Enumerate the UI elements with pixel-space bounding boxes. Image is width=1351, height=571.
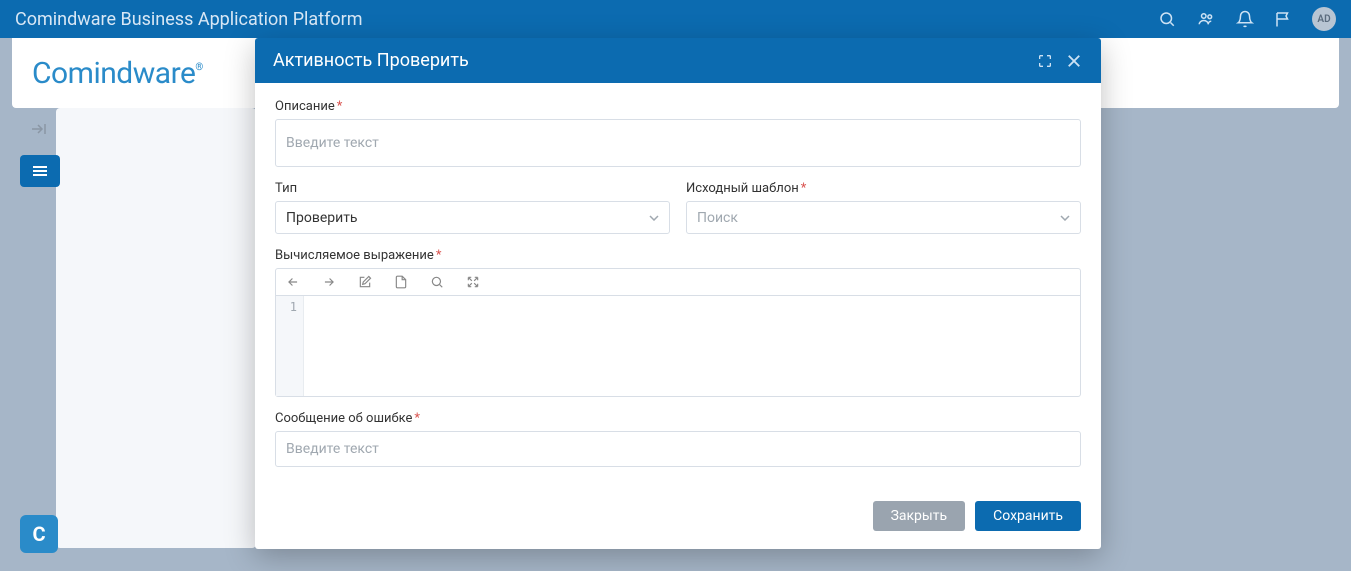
code-area[interactable]: 1 — [276, 296, 1080, 396]
forward-icon[interactable] — [322, 275, 336, 289]
chevron-down-icon — [1060, 215, 1070, 221]
save-button[interactable]: Сохранить — [975, 501, 1081, 531]
expression-label: Вычисляемое выражение* — [275, 248, 1081, 263]
modal-title: Активность Проверить — [273, 50, 469, 71]
edit-icon[interactable] — [358, 275, 372, 289]
code-content[interactable] — [304, 296, 1080, 396]
close-icon[interactable] — [1065, 52, 1083, 70]
description-input[interactable] — [275, 119, 1081, 167]
error-label: Сообщение об ошибке* — [275, 411, 1081, 426]
back-icon[interactable] — [286, 275, 300, 289]
template-select[interactable]: Поиск — [686, 201, 1081, 234]
type-label: Тип — [275, 181, 670, 196]
template-placeholder: Поиск — [697, 210, 738, 226]
avatar[interactable]: AD — [1312, 7, 1336, 31]
topbar: Comindware Business Application Platform… — [0, 0, 1351, 38]
expand-icon[interactable] — [1037, 53, 1053, 69]
collapse-icon[interactable] — [30, 122, 48, 136]
modal-body: Описание* Тип Проверить Исходный шаблон*… — [255, 83, 1101, 487]
template-label: Исходный шаблон* — [686, 181, 1081, 196]
modal: Активность Проверить Описание* Тип Прове… — [255, 38, 1101, 549]
modal-header: Активность Проверить — [255, 38, 1101, 83]
bell-icon[interactable] — [1236, 10, 1254, 28]
flag-icon[interactable] — [1274, 10, 1292, 28]
code-gutter: 1 — [276, 296, 304, 396]
logo: Comindware® — [32, 56, 203, 91]
app-badge[interactable]: C — [20, 515, 58, 553]
close-button[interactable]: Закрыть — [873, 501, 966, 531]
search-icon[interactable] — [1158, 10, 1176, 28]
code-editor: 1 — [275, 268, 1081, 397]
chevron-down-icon — [649, 215, 659, 221]
maximize-icon[interactable] — [466, 275, 480, 289]
menu-icon[interactable] — [20, 155, 60, 187]
topbar-icons: AD — [1158, 7, 1336, 31]
side-panel — [56, 108, 256, 548]
users-icon[interactable] — [1196, 10, 1216, 28]
type-select[interactable]: Проверить — [275, 201, 670, 234]
description-label: Описание* — [275, 99, 1081, 114]
type-value: Проверить — [286, 210, 358, 226]
search-code-icon[interactable] — [430, 275, 444, 289]
app-title: Comindware Business Application Platform — [15, 9, 363, 30]
error-input[interactable] — [275, 431, 1081, 467]
file-icon[interactable] — [394, 275, 408, 289]
modal-footer: Закрыть Сохранить — [255, 487, 1101, 549]
code-toolbar — [276, 269, 1080, 296]
